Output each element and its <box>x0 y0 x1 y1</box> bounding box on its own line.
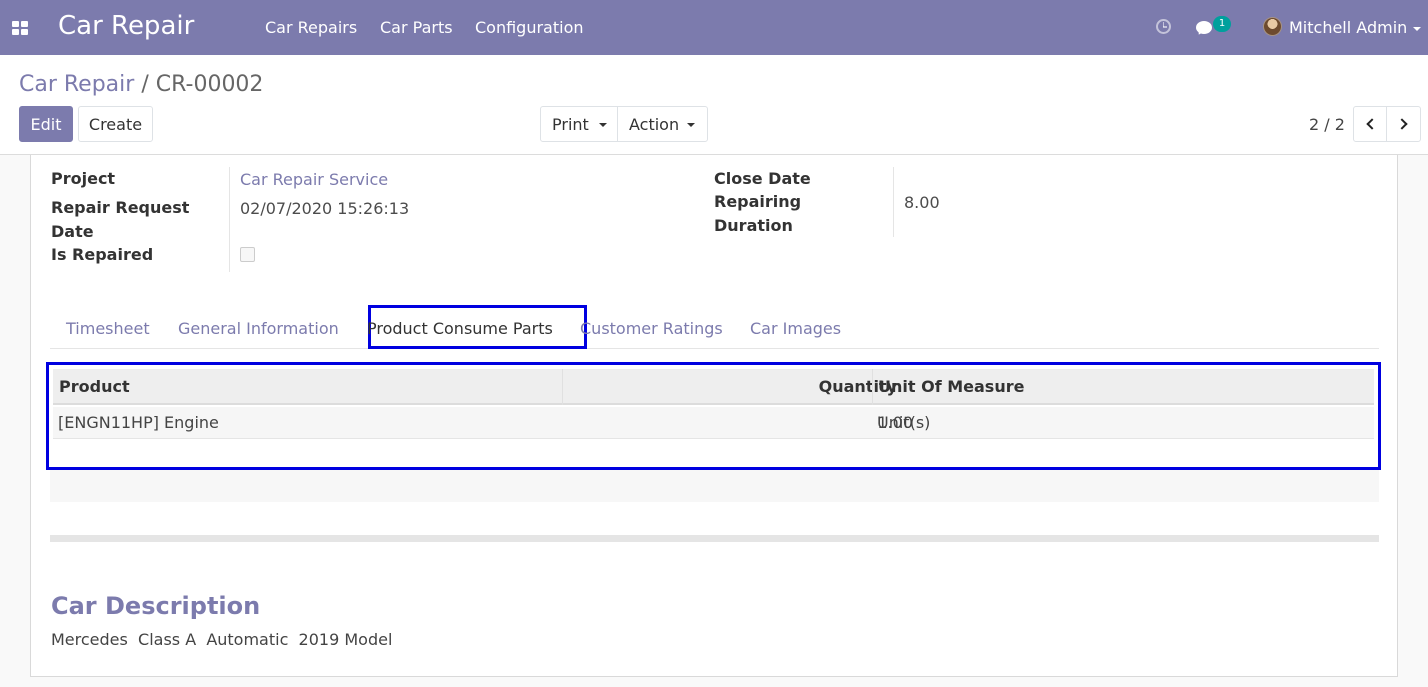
control-panel: Car Repair / CR-00002 Edit Create Print … <box>0 55 1428 155</box>
action-label: Action <box>629 114 680 134</box>
user-menu-caret-icon[interactable] <box>1413 27 1421 31</box>
repairing-duration-field[interactable]: 8.00 <box>904 193 940 212</box>
pager-value[interactable]: 2 / 2 <box>1309 115 1345 134</box>
column-separator <box>562 369 563 405</box>
action-dropdown-button[interactable]: Action <box>617 106 708 142</box>
chevron-right-icon <box>1395 118 1408 130</box>
print-label: Print <box>552 114 589 134</box>
column-header-uom[interactable]: Unit Of Measure <box>878 377 1024 396</box>
repairing-duration-label-line1: Repairing <box>714 192 802 211</box>
breadcrumb-parent-link[interactable]: Car Repair <box>19 72 134 97</box>
repair-request-date-field[interactable]: 02/07/2020 15:26:13 <box>240 199 409 218</box>
car-description-text: Mercedes Class A Automatic 2019 Model <box>51 630 393 649</box>
breadcrumb: Car Repair / CR-00002 <box>19 72 263 97</box>
create-button[interactable]: Create <box>78 106 153 142</box>
pager-previous-button[interactable] <box>1353 106 1387 142</box>
notebook-tabs: Timesheet General Information Product Co… <box>50 305 1379 349</box>
tab-customer-ratings[interactable]: Customer Ratings <box>580 319 723 338</box>
section-divider <box>50 535 1379 542</box>
right-group-divider <box>893 167 894 237</box>
is-repaired-checkbox[interactable] <box>240 247 255 262</box>
repairing-duration-label-line2: Duration <box>714 216 793 235</box>
repair-request-date-label: Repair Request Date <box>51 196 189 244</box>
is-repaired-label: Is Repaired <box>51 245 154 264</box>
tab-timesheet[interactable]: Timesheet <box>66 319 150 338</box>
menu-car-repairs[interactable]: Car Repairs <box>265 18 357 37</box>
top-navbar: Car Repair Car Repairs Car Parts Configu… <box>0 0 1428 55</box>
menu-car-parts[interactable]: Car Parts <box>380 18 453 37</box>
user-menu[interactable]: Mitchell Admin <box>1289 18 1407 37</box>
breadcrumb-current: CR-00002 <box>155 72 264 97</box>
column-separator <box>872 369 873 405</box>
column-header-product[interactable]: Product <box>59 377 130 396</box>
app-brand[interactable]: Car Repair <box>58 11 194 41</box>
close-date-label: Close Date <box>714 169 811 188</box>
print-dropdown-button[interactable]: Print <box>540 106 618 142</box>
row-uom-cell[interactable]: Unit(s) <box>877 413 930 432</box>
apps-menu-icon[interactable] <box>12 21 28 35</box>
tab-product-consume-parts[interactable]: Product Consume Parts <box>367 319 553 338</box>
form-sheet: Project Car Repair Service Repair Reques… <box>30 155 1398 677</box>
project-label: Project <box>51 169 116 188</box>
breadcrumb-separator: / <box>141 72 149 97</box>
edit-button[interactable]: Edit <box>19 106 73 142</box>
parts-table-header: Product Quantity Unit Of Measure <box>53 369 1374 405</box>
action-caret-icon <box>687 123 695 127</box>
tab-general-information[interactable]: General Information <box>178 319 339 338</box>
repairing-duration-label: Repairing Duration <box>714 190 801 238</box>
menu-configuration[interactable]: Configuration <box>475 18 584 37</box>
pager-next-button[interactable] <box>1386 106 1421 142</box>
row-product-cell[interactable]: [ENGN11HP] Engine <box>58 413 219 432</box>
repair-request-date-label-line2: Date <box>51 222 94 241</box>
messages-chat-icon[interactable] <box>1196 21 1212 34</box>
project-field[interactable]: Car Repair Service <box>240 170 388 189</box>
table-empty-row <box>50 470 1379 502</box>
activity-clock-icon[interactable] <box>1156 19 1171 34</box>
table-row[interactable]: [ENGN11HP] Engine 1.00 Unit(s) <box>53 407 1374 439</box>
parts-table-highlight: Product Quantity Unit Of Measure [ENGN11… <box>46 362 1381 470</box>
car-description-title: Car Description <box>51 592 261 620</box>
print-caret-icon <box>599 123 607 127</box>
repair-request-date-label-line1: Repair Request <box>51 198 190 217</box>
messages-count-badge: 1 <box>1213 16 1231 32</box>
left-group-divider <box>229 167 230 272</box>
chevron-left-icon <box>1366 118 1378 130</box>
user-avatar[interactable] <box>1263 17 1282 36</box>
tab-car-images[interactable]: Car Images <box>750 319 841 338</box>
